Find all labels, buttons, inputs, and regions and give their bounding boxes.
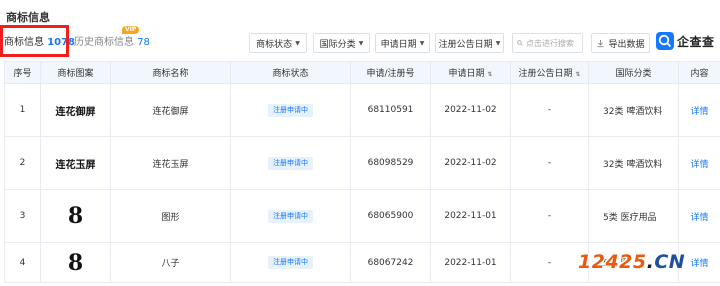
- col-header-reg-no: 申请/注册号: [350, 61, 431, 84]
- apply-date: 2022-11-01: [430, 189, 511, 243]
- logo-text: 企查查: [677, 34, 715, 49]
- tab-history-trademark[interactable]: 历史商标信息 78: [74, 33, 150, 48]
- col-header-apply-date[interactable]: 申请日期 ⇅: [430, 61, 511, 84]
- table-row: 3 8 图形 注册申请中 68065900 2022-11-01 - 5类 医疗…: [4, 189, 720, 243]
- col-header-pub-date[interactable]: 注册公告日期 ⇅: [510, 61, 589, 84]
- apply-date: 2022-11-01: [430, 242, 511, 283]
- detail-link[interactable]: 详情: [690, 213, 708, 223]
- pub-date: -: [510, 242, 589, 283]
- watermark-tld: CN: [654, 251, 686, 273]
- watermark-number: 12425: [578, 251, 647, 273]
- row-index: 4: [4, 242, 41, 283]
- vip-badge: VIP: [122, 26, 140, 34]
- trademark-image[interactable]: 连花玉屏: [56, 160, 96, 171]
- filter-label: 商标状态: [256, 39, 293, 50]
- col-header-label: 注册公告日期: [518, 69, 573, 79]
- pub-date: -: [510, 136, 589, 190]
- site-watermark: 12425.CN: [578, 251, 685, 273]
- row-index: 1: [4, 83, 41, 137]
- trademark-image[interactable]: 连花御屏: [56, 107, 96, 118]
- col-header-label: 申请日期: [448, 69, 485, 79]
- filter-apply-date[interactable]: 申请日期 ▼: [375, 33, 430, 53]
- caret-down-icon: ▼: [419, 39, 425, 47]
- sort-icon[interactable]: ⇅: [575, 71, 580, 78]
- trademark-image[interactable]: 8: [68, 250, 83, 276]
- detail-link[interactable]: 详情: [690, 259, 708, 269]
- filter-label: 国际分类: [319, 39, 356, 50]
- export-button[interactable]: 导出数据: [591, 33, 650, 53]
- status-badge: 注册申请中: [268, 103, 313, 117]
- detail-link[interactable]: 详情: [690, 160, 708, 170]
- filter-publication-date[interactable]: 注册公告日期 ▼: [435, 33, 504, 53]
- tab-label: 历史商标信息: [74, 37, 134, 48]
- detail-link[interactable]: 详情: [690, 107, 708, 117]
- trademark-name: 连花玉屏: [110, 136, 231, 190]
- intl-class: 32类 啤酒饮料: [588, 136, 679, 190]
- trademark-table: 序号 商标图案 商标名称 商标状态 申请/注册号 申请日期 ⇅ 注册公告日期 ⇅…: [4, 61, 720, 283]
- status-badge: 注册申请中: [268, 209, 313, 223]
- status-badge: 注册申请中: [268, 156, 313, 170]
- reg-number: 68067242: [350, 242, 431, 283]
- col-header-class: 国际分类: [588, 61, 679, 84]
- apply-date: 2022-11-02: [430, 83, 511, 137]
- search-box[interactable]: [512, 33, 583, 53]
- table-row: 2 连花玉屏 连花玉屏 注册申请中 68098529 2022-11-02 - …: [4, 136, 720, 190]
- table-header-row: 序号 商标图案 商标名称 商标状态 申请/注册号 申请日期 ⇅ 注册公告日期 ⇅…: [4, 61, 720, 84]
- row-index: 3: [4, 189, 41, 243]
- filter-trademark-status[interactable]: 商标状态 ▼: [249, 33, 307, 53]
- pub-date: -: [510, 189, 589, 243]
- export-label: 导出数据: [608, 39, 645, 50]
- page-title: 商标信息: [6, 11, 50, 24]
- table-row: 1 连花御屏 连花御屏 注册申请中 68110591 2022-11-02 - …: [4, 83, 720, 137]
- pub-date: -: [510, 83, 589, 137]
- col-header-mark: 商标图案: [40, 61, 111, 84]
- reg-number: 68110591: [350, 83, 431, 137]
- col-header-content: 内容: [678, 61, 720, 84]
- download-icon: [597, 39, 605, 47]
- highlight-box: [0, 25, 69, 57]
- filter-international-class[interactable]: 国际分类 ▼: [313, 33, 370, 53]
- status-badge: 注册申请中: [268, 256, 313, 269]
- reg-number: 68098529: [350, 136, 431, 190]
- filter-label: 注册公告日期: [438, 39, 493, 50]
- trademark-name: 八子: [110, 242, 231, 283]
- col-header-index: 序号: [4, 61, 41, 84]
- intl-class: 32类 啤酒饮料: [588, 83, 679, 137]
- qichacha-logo-icon: [656, 32, 674, 50]
- filter-label: 申请日期: [380, 39, 417, 50]
- caret-down-icon: ▼: [495, 39, 501, 47]
- trademark-image[interactable]: 8: [68, 203, 83, 229]
- reg-number: 68065900: [350, 189, 431, 243]
- col-header-name: 商标名称: [110, 61, 231, 84]
- trademark-name: 图形: [110, 189, 231, 243]
- trademark-name: 连花御屏: [110, 83, 231, 137]
- qichacha-logo: 企查查: [656, 32, 715, 50]
- col-header-status: 商标状态: [230, 61, 351, 84]
- tab-count: 78: [137, 37, 150, 48]
- search-icon: [517, 40, 523, 46]
- intl-class: 5类 医疗用品: [588, 189, 679, 243]
- caret-down-icon: ▼: [358, 39, 364, 47]
- sort-icon[interactable]: ⇅: [487, 71, 492, 78]
- search-input[interactable]: [526, 38, 582, 48]
- apply-date: 2022-11-02: [430, 136, 511, 190]
- row-index: 2: [4, 136, 41, 190]
- caret-down-icon: ▼: [295, 39, 300, 47]
